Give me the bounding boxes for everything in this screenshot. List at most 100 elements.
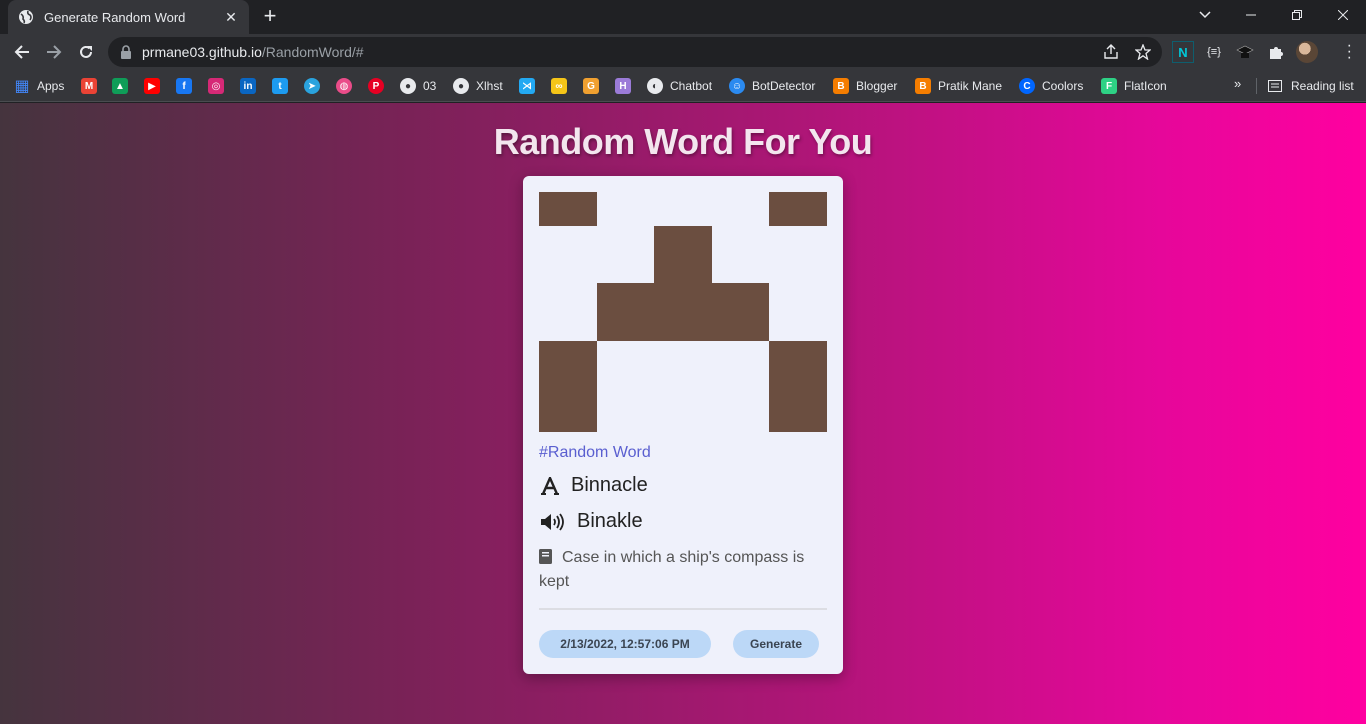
- menu-dots-icon[interactable]: · · ·: [1347, 38, 1352, 66]
- extension-cap-icon[interactable]: [1234, 41, 1256, 63]
- vscode-icon: ⋊: [519, 78, 535, 94]
- bookmark-label: Blogger: [856, 79, 898, 93]
- tab-search-button[interactable]: [1192, 4, 1218, 26]
- bookmark-item[interactable]: t: [272, 76, 288, 96]
- page-title: Random Word For You: [493, 121, 873, 162]
- extension-n-icon[interactable]: N: [1172, 41, 1194, 63]
- star-icon[interactable]: [1134, 43, 1152, 61]
- minimize-button[interactable]: [1228, 0, 1274, 30]
- bookmark-item[interactable]: C Coolors: [1019, 76, 1083, 96]
- telegram-icon: ➤: [304, 78, 320, 94]
- restore-button[interactable]: [1274, 0, 1320, 30]
- bookmark-item[interactable]: B Pratik Mane: [915, 76, 1002, 96]
- instagram-icon: ◎: [208, 78, 224, 94]
- bookmark-item[interactable]: ∞: [551, 76, 567, 96]
- bookmarks-overflow-button[interactable]: »: [1234, 76, 1241, 91]
- globe-icon: ◐: [647, 78, 663, 94]
- coolors-icon: C: [1019, 78, 1035, 94]
- bookmark-label: 03: [423, 79, 437, 93]
- reload-icon: [80, 45, 92, 58]
- random-word-tag: #Random Word: [539, 444, 651, 461]
- dribbble-icon: ◍: [336, 78, 352, 94]
- bookmark-item[interactable]: F FlatIcon: [1101, 76, 1167, 96]
- restore-icon: [1292, 10, 1302, 20]
- bookmark-label: Pratik Mane: [938, 79, 1003, 93]
- bookmark-item[interactable]: G: [583, 76, 599, 96]
- bookmark-item[interactable]: ▲: [112, 76, 128, 96]
- blogger-icon: B: [915, 78, 931, 94]
- youtube-icon: ▶: [144, 78, 160, 94]
- identicon-block: [539, 341, 597, 432]
- active-tab[interactable]: Generate Random Word ✕: [8, 0, 249, 34]
- identicon-block: [539, 192, 597, 226]
- word-card: #Random Word Binnacle Binakle Case in wh…: [523, 176, 843, 674]
- bookmark-item[interactable]: ◍: [336, 76, 352, 96]
- bookmark-label: Chatbot: [670, 79, 713, 93]
- bookmark-item[interactable]: M: [81, 76, 97, 96]
- bookmark-item[interactable]: ⋊: [519, 76, 535, 96]
- bookmarks-divider: [1256, 78, 1257, 94]
- lock-icon: [121, 45, 131, 59]
- gmail-icon: M: [81, 78, 97, 94]
- bookmark-item[interactable]: ▦ Apps: [14, 76, 64, 96]
- new-tab-button[interactable]: +: [259, 5, 281, 27]
- back-button[interactable]: [9, 39, 35, 65]
- bookmark-item[interactable]: H: [615, 76, 631, 96]
- identicon-image: [539, 192, 827, 432]
- bookmark-item[interactable]: ▶: [144, 76, 160, 96]
- bookmark-item[interactable]: ● 03: [400, 76, 436, 96]
- github-icon: ●: [400, 78, 416, 94]
- url-host: prmane03.github.io: [142, 44, 262, 60]
- tab-strip: Generate Random Word ✕ +: [0, 0, 1366, 34]
- meaning-text: Case in which a ship's compass is kept: [539, 549, 805, 590]
- bookmark-item[interactable]: in: [240, 76, 256, 96]
- apps-grid-icon: ▦: [14, 78, 30, 95]
- bookmark-item[interactable]: ➤: [304, 76, 320, 96]
- bookmark-item[interactable]: f: [176, 76, 192, 96]
- pronunciation-row: Binakle: [539, 510, 643, 533]
- bookmark-item[interactable]: B Blogger: [833, 76, 897, 96]
- facebook-icon: f: [176, 78, 192, 94]
- puzzle-icon[interactable]: [1265, 41, 1287, 63]
- twitter-icon: t: [272, 78, 288, 94]
- reading-list-icon: [1268, 80, 1282, 92]
- bookmark-label: Apps: [37, 79, 65, 93]
- generate-button[interactable]: Generate: [733, 630, 819, 658]
- word-text: Binnacle: [571, 474, 648, 496]
- heroku-icon: H: [615, 78, 631, 94]
- globe-icon: [19, 10, 33, 24]
- arrow-left-icon: [14, 45, 29, 59]
- page-background: Random Word For You #Random Word Binnacl…: [0, 103, 1366, 724]
- reading-list-button[interactable]: Reading list: [1267, 76, 1354, 96]
- close-window-button[interactable]: [1320, 0, 1366, 30]
- font-letter-icon: [539, 476, 561, 495]
- forward-button[interactable]: [41, 39, 67, 65]
- address-bar[interactable]: prmane03.github.io/RandomWord/#: [108, 37, 1162, 67]
- timestamp-badge: 2/13/2022, 12:57:06 PM: [539, 630, 711, 658]
- bookmark-item[interactable]: ◐ Chatbot: [647, 76, 712, 96]
- flaticon-icon: F: [1101, 78, 1117, 94]
- linkedin-icon: in: [240, 78, 256, 94]
- identicon-block: [769, 192, 827, 226]
- identicon-block: [769, 341, 827, 432]
- tab-title: Generate Random Word: [44, 9, 186, 25]
- bookmark-item[interactable]: P: [368, 76, 384, 96]
- bookmark-item[interactable]: ☺ BotDetector: [729, 76, 815, 96]
- reload-button[interactable]: [73, 39, 99, 65]
- share-icon[interactable]: [1102, 43, 1120, 61]
- avatar: [1296, 41, 1318, 63]
- bookmark-item[interactable]: ● Xlhst: [453, 76, 503, 96]
- browser-toolbar: prmane03.github.io/RandomWord/# N {≡} · ·…: [0, 34, 1366, 70]
- profile-avatar[interactable]: [1296, 41, 1318, 63]
- bookmark-label: Coolors: [1042, 79, 1084, 93]
- pinterest-icon: P: [368, 78, 384, 94]
- bookmark-item[interactable]: ◎: [208, 76, 224, 96]
- word-row: Binnacle: [539, 474, 648, 497]
- google-drive-icon: ▲: [112, 78, 128, 94]
- book-icon: [539, 549, 552, 564]
- bookmarks-bar: » Reading list ▦ Apps M ▲ ▶ f ◎ in t ➤ ◍ P ● 03 ● Xlhst…: [0, 70, 1366, 102]
- speaker-icon[interactable]: [539, 512, 567, 531]
- bookmark-label: BotDetector: [752, 79, 816, 93]
- extension-braces-icon[interactable]: {≡}: [1203, 41, 1225, 63]
- close-tab-icon[interactable]: ✕: [223, 9, 239, 26]
